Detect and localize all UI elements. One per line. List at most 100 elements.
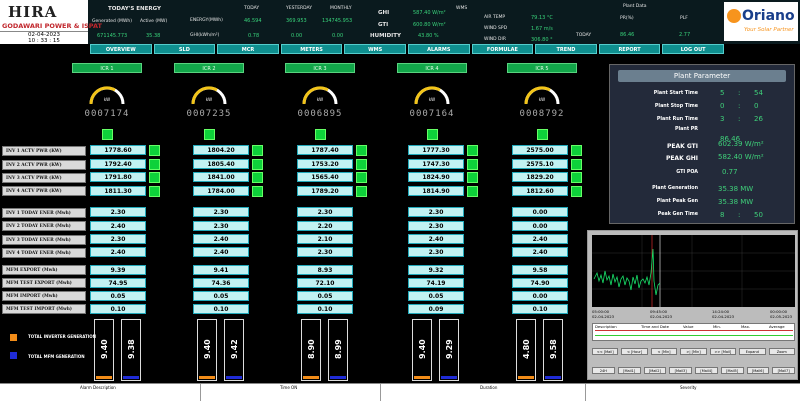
icr-2-inv4-status (252, 186, 263, 197)
range-btn-6[interactable]: [Mail5] (720, 367, 744, 374)
trend-graph (592, 235, 795, 307)
trend-btn-zoom[interactable]: Zoom (768, 348, 795, 355)
icr-3-status-indicator (315, 129, 326, 140)
alarm-severity-header: Severity (680, 385, 697, 390)
icr-1-counter: 0007174 (84, 108, 130, 121)
humidity-label: HUMIDITY (370, 33, 401, 39)
range-btn-1[interactable]: 24H (592, 367, 615, 374)
tab-formulae[interactable]: FORMULAE (471, 44, 534, 54)
range-btn-7[interactable]: [Mail6] (746, 367, 770, 374)
icr-1-mfm-gen: 9.38 (127, 339, 136, 359)
icr-5-header[interactable]: ICR 5 (507, 63, 577, 73)
icr-1-header[interactable]: ICR 1 (72, 63, 142, 73)
date-time: 02-04-2023 10 : 33 : 15 (0, 31, 88, 44)
plant-gen-value: 35.38 MW (718, 185, 754, 193)
icr-5-test-import: 0.10 (512, 304, 568, 314)
plant-data-label: Plant Data (623, 4, 647, 9)
trend-btn-5[interactable]: >> [Mail] (709, 348, 737, 355)
plant-parameter-title: Plant Parameter (618, 70, 786, 82)
range-btn-8[interactable]: [Mail7] (772, 367, 795, 374)
trend-legend-table[interactable]: Description Time and Date Value Min. Max… (592, 323, 795, 341)
generated-value: 671145.773 (97, 33, 128, 39)
ghi-value: 587.40 W/m² (413, 10, 446, 16)
icr-2-inverter-gen: 9.40 (203, 339, 212, 359)
peak-gen-time-label: Peak Gen Time (657, 212, 698, 217)
icr-1-inv4-status (149, 186, 160, 197)
icr-4-header[interactable]: ICR 4 (397, 63, 467, 73)
trend-btn-4[interactable]: >| [Min] (680, 348, 707, 355)
main-nav: OVERVIEW SLD MCR METERS WMS ALARMS FORMU… (90, 44, 724, 54)
icr-1-inv2-power: 1792.40 (90, 159, 146, 169)
oriano-logo-text: Oriano (742, 8, 795, 24)
col-time-date: Time and Date (641, 324, 669, 329)
plant-today-label: TODAY (576, 33, 592, 38)
icr-4-test-export: 74.19 (408, 278, 464, 288)
icr-4-mfm-bar: 9.29 (439, 319, 459, 381)
ghi-monthly-value: 0.00 (332, 33, 344, 39)
pr-label: PR(%) (620, 16, 634, 21)
trend-date-3: 02-04-2023 (712, 314, 735, 319)
icr-3-header[interactable]: ICR 3 (285, 63, 355, 73)
trend-btn-3[interactable]: < [Min] (650, 348, 678, 355)
inverter-legend-label: TOTAL INVERTER GENERATION (28, 334, 97, 339)
icr-2-inv1-energy: 2.30 (193, 207, 249, 217)
sun-icon (727, 9, 741, 23)
trend-btn-expand[interactable]: Expand (739, 348, 766, 355)
icr-4-inv4-status (467, 186, 478, 197)
icr-4-export: 9.32 (408, 265, 464, 275)
tab-meters[interactable]: METERS (280, 44, 343, 54)
company-name: GODAWARI POWER & ISPAT (2, 22, 102, 30)
range-btn-3[interactable]: [Mail2] (643, 367, 667, 374)
range-btn-2[interactable]: [Mail1] (617, 367, 641, 374)
plant-peak-gen-label: Plant Peak Gen (656, 199, 698, 204)
gti-poa-label: GTI POA (676, 170, 698, 175)
plant-start-label: Plant Start Time (653, 91, 698, 96)
tab-report[interactable]: REPORT (598, 44, 661, 54)
energy-today-value: 46.594 (244, 18, 262, 24)
tab-mcr[interactable]: MCR (217, 44, 279, 54)
trend-btn-1[interactable]: << [Mail] (592, 348, 619, 355)
trend-btn-2[interactable]: < [Hour] (621, 348, 648, 355)
icr-5-inv1-energy: 0.00 (512, 207, 568, 217)
tab-alarms[interactable]: ALARMS (407, 44, 470, 54)
icr-5-status-indicator (537, 129, 548, 140)
peak-ghi-value: 582.40 W/m² (718, 153, 764, 161)
ghi-yesterday-value: 0.00 (291, 33, 303, 39)
peak-gen-time-m: 50 (754, 211, 763, 219)
icr-2-counter: 0007235 (186, 108, 232, 121)
row-label-inv4-energy: INV 4 TODAY ENER (Mwh) (2, 248, 86, 258)
icr-4-status-indicator (427, 129, 438, 140)
icr-3-inv3-energy: 2.10 (297, 234, 353, 244)
plant-stop-h: 0 (720, 102, 725, 110)
range-btn-5[interactable]: [Mail4] (695, 367, 718, 374)
icr-2-status-indicator (204, 129, 215, 140)
tab-log-out[interactable]: LOG OUT (662, 44, 724, 54)
range-btn-4[interactable]: [Mail3] (669, 367, 692, 374)
tab-sld[interactable]: SLD (153, 44, 216, 54)
icr-4-import: 0.05 (408, 291, 464, 301)
icr-5-inverter-bar: 4.80 (516, 319, 536, 381)
icr-5-export: 9.58 (512, 265, 568, 275)
icr-5-inv3-energy: 2.40 (512, 234, 568, 244)
icr-2-gauge: kW (191, 86, 227, 105)
icr-2-inv3-power: 1841.00 (193, 172, 249, 182)
icr-5-gauge: kW (524, 86, 560, 105)
icr-2-inv1-status (252, 145, 263, 156)
icr-4-inv2-energy: 2.30 (408, 221, 464, 231)
tab-overview[interactable]: OVERVIEW (90, 44, 152, 54)
icr-2-inv4-energy: 2.40 (193, 247, 249, 257)
colon-sep: : (738, 102, 741, 110)
icr-2-header[interactable]: ICR 2 (174, 63, 244, 73)
tab-trend[interactable]: TREND (535, 44, 597, 54)
icr-4-unit: kW (429, 97, 435, 102)
trend-plot[interactable] (592, 235, 795, 307)
icr-1-inv3-power: 1791.80 (90, 172, 146, 182)
icr-3-export: 8.93 (297, 265, 353, 275)
icr-1-mfm-bar: 9.38 (121, 319, 141, 381)
icr-5-mfm-bar: 9.58 (543, 319, 563, 381)
icr-4-inv2-status (467, 159, 478, 170)
icr-4-inv3-status (467, 172, 478, 183)
icr-2-export: 9.41 (193, 265, 249, 275)
tab-wms[interactable]: WMS (344, 44, 406, 54)
icr-4-inv3-power: 1824.90 (408, 172, 464, 182)
